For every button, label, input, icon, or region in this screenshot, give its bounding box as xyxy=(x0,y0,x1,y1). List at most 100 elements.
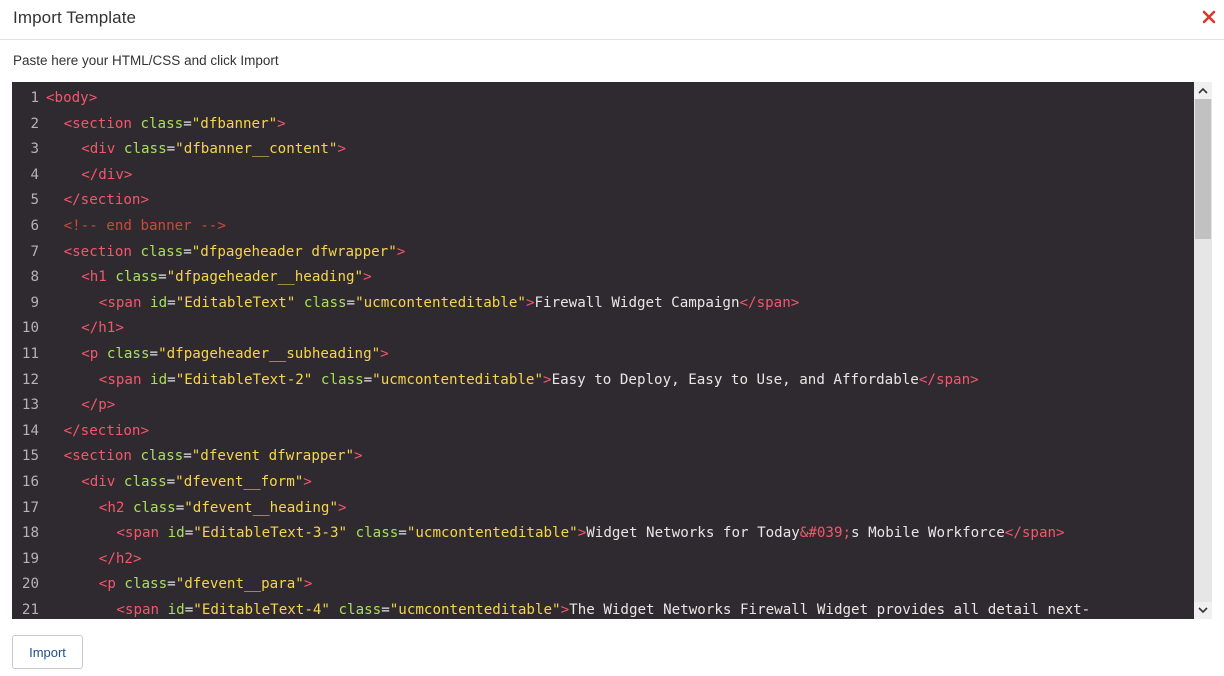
code-token: = xyxy=(183,115,192,132)
code-token: > xyxy=(303,473,312,490)
code-token: "ucmcontenteditable" xyxy=(355,294,526,311)
line-content: <span id="EditableText-3-3" class="ucmco… xyxy=(46,525,1064,542)
line-number: 19 xyxy=(21,550,39,567)
code-token: &#039; xyxy=(799,525,852,542)
code-token: </section> xyxy=(63,422,150,439)
code-token: = xyxy=(184,525,194,542)
code-token: = xyxy=(166,473,176,490)
code-token: > xyxy=(303,576,313,593)
import-button[interactable]: Import xyxy=(12,635,83,669)
code-token: class xyxy=(355,525,399,542)
code-token: class xyxy=(115,269,159,286)
instructions-text: Paste here your HTML/CSS and click Impor… xyxy=(13,53,279,68)
code-token: <p xyxy=(98,576,125,593)
code-token: = xyxy=(398,525,407,542)
code-token: = xyxy=(381,601,390,618)
code-line: 21 <span id="EditableText-4" class="ucmco… xyxy=(12,598,1194,619)
line-content: <section class="dfpageheader dfwrapper"> xyxy=(46,243,406,260)
code-line: 19 </h2> xyxy=(12,547,1194,573)
scroll-thumb[interactable] xyxy=(1195,99,1211,239)
code-line: 13 </p> xyxy=(12,393,1194,419)
code-token: <h2 xyxy=(98,499,133,516)
code-token: = xyxy=(346,294,356,311)
code-token: > xyxy=(337,141,347,158)
scroll-down-button[interactable] xyxy=(1194,602,1212,619)
code-token: > xyxy=(577,525,587,542)
code-token: class xyxy=(123,141,167,158)
code-token: "ucmcontenteditable" xyxy=(406,525,578,542)
editor-scrollbar[interactable] xyxy=(1194,82,1212,619)
code-line: 3 <div class="dfbanner__content"> xyxy=(12,137,1194,163)
close-icon xyxy=(1202,10,1216,24)
code-token: class xyxy=(106,345,150,362)
code-token: class xyxy=(124,576,168,593)
chevron-down-icon xyxy=(1198,607,1208,614)
code-token: "dfpageheader dfwrapper" xyxy=(191,243,397,260)
code-token: class xyxy=(140,243,184,260)
code-token: > xyxy=(560,601,570,618)
code-token: </h2> xyxy=(98,550,142,567)
code-token: Firewall Widget Campaign xyxy=(534,294,740,311)
line-content: <section class="dfbanner"> xyxy=(46,116,286,132)
line-number: 6 xyxy=(30,217,39,234)
code-token: <section xyxy=(63,115,141,132)
code-token: = xyxy=(183,448,192,465)
code-token: > xyxy=(354,448,363,465)
code-token: <span xyxy=(116,525,168,542)
line-content: <span id="EditableText-4" class="ucmcont… xyxy=(46,602,1090,618)
code-token: "dfpageheader__subheading" xyxy=(158,345,381,362)
line-content: <body> xyxy=(46,90,97,106)
code-token: <span xyxy=(98,371,151,388)
code-line: 20 <p class="dfevent__para"> xyxy=(12,572,1194,598)
line-number: 2 xyxy=(30,115,39,132)
code-line: 10 </h1> xyxy=(12,316,1194,342)
code-editor[interactable]: 1 <body> 2 <section class="dfbanner"> 3 <div … xyxy=(12,82,1212,619)
chevron-up-icon xyxy=(1198,87,1208,94)
code-line: 14 </section> xyxy=(12,419,1194,445)
code-token: > xyxy=(543,371,552,388)
code-line: 11 <p class="dfpageheader__subheading"> xyxy=(12,342,1194,368)
code-token: "EditableText-3-3" xyxy=(193,525,348,542)
code-token: <body> xyxy=(46,90,98,106)
code-token: </p> xyxy=(81,397,116,414)
code-line: 16 <div class="dfevent__form"> xyxy=(12,470,1194,496)
code-token: "EditableText-2" xyxy=(175,371,313,388)
line-number: 20 xyxy=(21,576,39,593)
code-token: <section xyxy=(63,448,141,465)
code-token: </span> xyxy=(918,371,979,388)
line-content: </div> xyxy=(46,167,132,183)
code-token: id xyxy=(167,601,185,618)
code-token: = xyxy=(183,243,192,260)
code-token: "ucmcontenteditable" xyxy=(389,601,561,618)
code-token: "dfbanner__content" xyxy=(175,141,338,158)
line-content: <div class="dfevent__form"> xyxy=(46,474,312,490)
line-number: 17 xyxy=(21,499,39,516)
line-number: 12 xyxy=(21,371,39,388)
scroll-up-button[interactable] xyxy=(1194,82,1212,99)
line-content: <!-- end banner --> xyxy=(46,218,226,234)
code-token: class xyxy=(140,115,184,132)
code-line: 2 <section class="dfbanner"> xyxy=(12,112,1194,138)
code-token: "dfpageheader__heading" xyxy=(166,269,364,286)
code-token: > xyxy=(337,499,347,516)
line-content: <h1 class="dfpageheader__heading"> xyxy=(46,269,371,286)
line-content: </section> xyxy=(46,192,149,208)
code-token: "EditableText-4" xyxy=(193,601,330,618)
code-token: > xyxy=(396,243,406,260)
line-number: 21 xyxy=(21,601,39,618)
code-line: 8 <h1 class="dfpageheader__heading"> xyxy=(12,265,1194,291)
code-token: "dfevent__para" xyxy=(175,576,304,593)
code-token: id xyxy=(167,525,185,542)
line-content: <h2 class="dfevent__heading"> xyxy=(46,500,347,516)
code-area[interactable]: 1 <body> 2 <section class="dfbanner"> 3 <div … xyxy=(12,86,1194,619)
code-line: 4 </div> xyxy=(12,163,1194,189)
close-button[interactable] xyxy=(1199,6,1219,28)
line-number: 10 xyxy=(21,320,39,337)
code-token: id xyxy=(150,294,168,311)
code-token: "dfbanner" xyxy=(191,115,278,132)
code-line: 6 <!-- end banner --> xyxy=(12,214,1194,240)
